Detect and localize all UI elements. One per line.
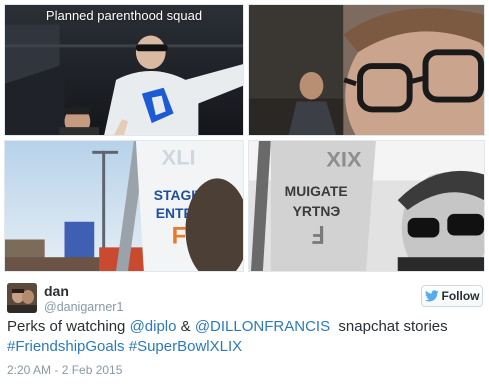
photo-grid: Planned parenthood squad XLI STAGIT ENTR… [0, 0, 489, 276]
svg-text:XIX: XIX [326, 147, 362, 172]
follow-button[interactable]: Follow [421, 285, 483, 307]
svg-text:F: F [172, 223, 187, 249]
tweet-text: Perks of watching @diplo & @DILLONFRANCI… [7, 317, 483, 357]
photo-4-image: XIX MUIGATE YRTNЭ Ⅎ [249, 141, 484, 271]
tweet-photo-3[interactable]: XLI STAGIT ENTR F [4, 140, 244, 272]
avatar-image [7, 283, 37, 313]
mirrored-sign-text-1: MUIGATE [285, 183, 348, 199]
mirrored-sign-text-2: YRTNЭ [293, 203, 341, 219]
tweet-photo-2[interactable] [248, 4, 485, 136]
tweet-text-segment: snapchat stories [330, 318, 448, 335]
hashtag-friendshipgoals[interactable]: #FriendshipGoals [7, 338, 125, 355]
twitter-bird-icon [424, 290, 439, 302]
tweet-text-segment: Perks of watching [7, 318, 130, 335]
mention-dillonfrancis[interactable]: @DILLONFRANCIS [195, 318, 330, 335]
mention-diplo[interactable]: @diplo [130, 318, 177, 335]
author-username[interactable]: @danigarner1 [44, 300, 123, 314]
tweet-photo-4[interactable]: XIX MUIGATE YRTNЭ Ⅎ [248, 140, 485, 272]
tweet-photo-1[interactable]: Planned parenthood squad [4, 4, 244, 136]
svg-text:XLI: XLI [162, 145, 196, 170]
follow-button-label: Follow [441, 289, 480, 303]
hashtag-superbowlxlix[interactable]: #SuperBowlXLIX [129, 338, 242, 355]
tweet-timestamp[interactable]: 2:20 AM - 2 Feb 2015 [7, 363, 122, 377]
snapchat-caption: Planned parenthood squad [45, 8, 203, 23]
photo-2-image [249, 5, 484, 135]
photo-3-image: XLI STAGIT ENTR F [5, 141, 243, 271]
svg-text:Ⅎ: Ⅎ [310, 223, 324, 249]
author-display-name[interactable]: dan [44, 283, 69, 299]
avatar[interactable] [7, 283, 37, 313]
tweet-header: dan @danigarner1 Follow [7, 283, 483, 314]
tweet-text-segment: & [176, 318, 195, 335]
photo-1-image [5, 5, 243, 135]
